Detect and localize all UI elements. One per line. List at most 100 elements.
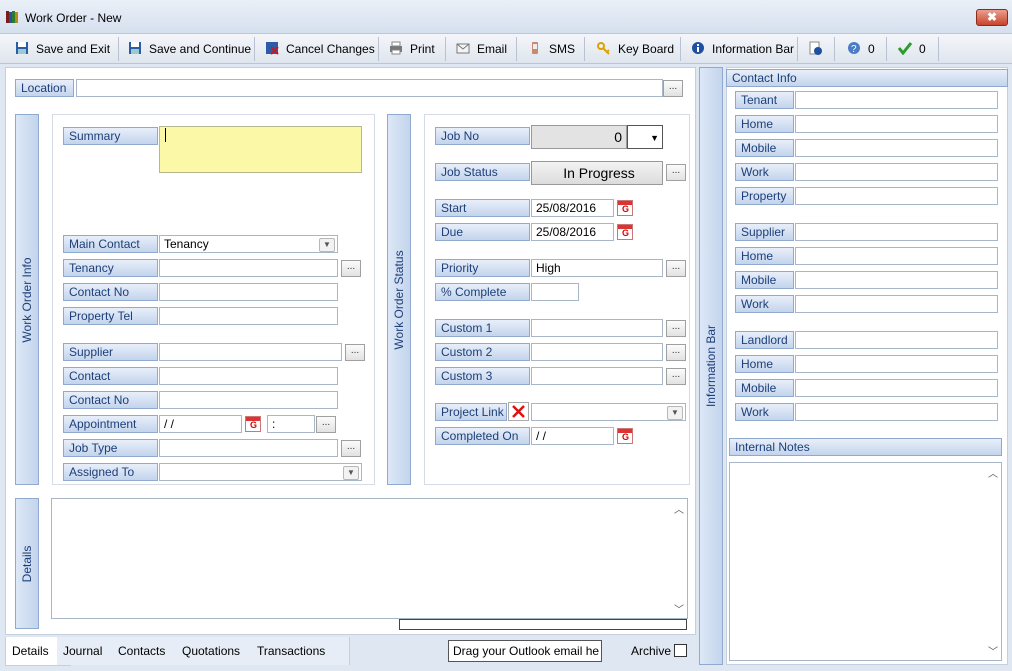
internal-notes-textarea[interactable]: ︿ ﹀ xyxy=(729,462,1002,661)
sms-button[interactable]: SMS xyxy=(523,34,579,63)
details-textarea[interactable]: ︿ ﹀ xyxy=(51,498,688,619)
svg-text:?: ? xyxy=(851,44,857,55)
email-button[interactable]: Email xyxy=(451,34,511,63)
landlord-home-field[interactable] xyxy=(795,355,998,373)
landlord-work-field[interactable] xyxy=(795,403,998,421)
main-contact-label: Main Contact xyxy=(63,235,158,253)
save-exit-button[interactable]: Save and Exit xyxy=(10,34,114,63)
tab-details-vertical[interactable]: Details xyxy=(15,498,39,629)
start-date-field[interactable]: 25/08/2016 xyxy=(531,199,614,217)
cancel-disk-icon xyxy=(264,41,280,57)
calendar-icon[interactable] xyxy=(617,200,633,216)
job-status-browse-button[interactable]: ... xyxy=(666,164,686,181)
supplier-browse-button[interactable]: ... xyxy=(345,344,365,361)
tenant-work-field[interactable] xyxy=(795,163,998,181)
location-label: Location xyxy=(15,79,74,97)
tenant-mobile-label: Mobile xyxy=(735,139,794,157)
close-button[interactable]: ✖ xyxy=(976,9,1008,26)
due-date-field[interactable]: 25/08/2016 xyxy=(531,223,614,241)
job-no-field[interactable]: 0 xyxy=(531,125,627,149)
tab-work-order-info[interactable]: Work Order Info xyxy=(15,114,39,485)
chevron-down-icon: ﹀ xyxy=(988,647,998,658)
custom1-field[interactable] xyxy=(531,319,663,337)
custom3-browse-button[interactable]: ... xyxy=(666,368,686,385)
sms-label: SMS xyxy=(549,41,576,56)
landlord-mobile-field[interactable] xyxy=(795,379,998,397)
work-order-info-tab-label: Work Order Info xyxy=(20,256,34,343)
tenant-field[interactable] xyxy=(795,91,998,109)
tenant-home-field[interactable] xyxy=(795,115,998,133)
tick-count-button[interactable]: 0 xyxy=(893,34,930,63)
clear-link-button[interactable] xyxy=(508,402,529,421)
project-link-select[interactable]: ▼ xyxy=(531,403,686,421)
job-no-dropdown[interactable]: ▼ xyxy=(627,125,663,149)
details-tab-label: Details xyxy=(20,545,34,582)
main-contact-select[interactable]: Tenancy ▼ xyxy=(159,235,338,253)
summary-field[interactable] xyxy=(159,126,362,173)
help-count-button[interactable]: ? 0 xyxy=(842,34,879,63)
archive-label: Archive xyxy=(631,644,672,658)
location-field[interactable] xyxy=(76,79,663,97)
contact-field[interactable] xyxy=(159,367,338,385)
tab-work-order-status[interactable]: Work Order Status xyxy=(387,114,411,485)
tenancy-field[interactable] xyxy=(159,259,338,277)
email-label: Email xyxy=(477,41,508,56)
appointment-time-field[interactable]: : xyxy=(267,415,315,433)
contact-no-field[interactable] xyxy=(159,283,338,301)
custom1-browse-button[interactable]: ... xyxy=(666,320,686,337)
chevron-down-icon: ﹀ xyxy=(674,605,684,616)
job-type-browse-button[interactable]: ... xyxy=(341,440,361,457)
tenant-home-label: Home xyxy=(735,115,794,133)
tenant-mobile-field[interactable] xyxy=(795,139,998,157)
information-bar-tab[interactable]: Information Bar xyxy=(699,67,723,665)
due-label: Due xyxy=(435,223,530,241)
notes-scrollbar[interactable]: ︿ ﹀ xyxy=(985,463,1001,660)
floppy-disk-icon xyxy=(14,41,30,57)
supplier-info-label: Supplier xyxy=(735,223,794,241)
supplier-field[interactable] xyxy=(159,343,342,361)
archive-checkbox[interactable] xyxy=(674,644,687,657)
help-count: 0 xyxy=(868,41,875,56)
custom2-browse-button[interactable]: ... xyxy=(666,344,686,361)
save-continue-label: Save and Continue xyxy=(149,41,252,56)
supplier-info-field[interactable] xyxy=(795,223,998,241)
calendar-icon[interactable] xyxy=(617,224,633,240)
tab-transactions[interactable]: Transactions xyxy=(251,637,350,665)
calendar-icon[interactable] xyxy=(245,416,261,432)
job-status-field[interactable]: In Progress xyxy=(531,161,663,185)
custom2-field[interactable] xyxy=(531,343,663,361)
red-x-icon xyxy=(512,405,525,418)
landlord-field[interactable] xyxy=(795,331,998,349)
calendar-icon[interactable] xyxy=(617,428,633,444)
property-field[interactable] xyxy=(795,187,998,205)
property-tel-field[interactable] xyxy=(159,307,338,325)
contact-no2-field[interactable] xyxy=(159,391,338,409)
supplier-work-field[interactable] xyxy=(795,295,998,313)
job-type-field[interactable] xyxy=(159,439,338,457)
save-continue-button[interactable]: Save and Continue xyxy=(123,34,255,63)
location-browse-button[interactable]: ... xyxy=(663,80,683,97)
cancel-changes-button[interactable]: Cancel Changes xyxy=(260,34,379,63)
settings-button[interactable] xyxy=(803,34,827,63)
project-link-label: Project Link xyxy=(435,403,507,421)
progress-bar xyxy=(399,619,687,630)
completed-on-field[interactable]: / / xyxy=(531,427,614,445)
supplier-home-field[interactable] xyxy=(795,247,998,265)
supplier-mobile-field[interactable] xyxy=(795,271,998,289)
key-icon xyxy=(596,41,612,57)
supplier-home-label: Home xyxy=(735,247,794,265)
keyboard-button[interactable]: Key Board xyxy=(592,34,678,63)
property-label: Property xyxy=(735,187,794,205)
custom3-field[interactable] xyxy=(531,367,663,385)
information-bar-button[interactable]: Information Bar xyxy=(686,34,798,63)
tenancy-browse-button[interactable]: ... xyxy=(341,260,361,277)
complete-field[interactable] xyxy=(531,283,579,301)
appointment-browse-button[interactable]: ... xyxy=(316,416,336,433)
priority-browse-button[interactable]: ... xyxy=(666,260,686,277)
outlook-drag-drop-area[interactable]: Drag your Outlook email he xyxy=(448,640,602,662)
assigned-to-select[interactable]: ▼ xyxy=(159,463,362,481)
appointment-date-field[interactable]: / / xyxy=(159,415,242,433)
print-button[interactable]: Print xyxy=(384,34,439,63)
details-scrollbar[interactable]: ︿ ﹀ xyxy=(671,499,687,618)
priority-field[interactable]: High xyxy=(531,259,663,277)
